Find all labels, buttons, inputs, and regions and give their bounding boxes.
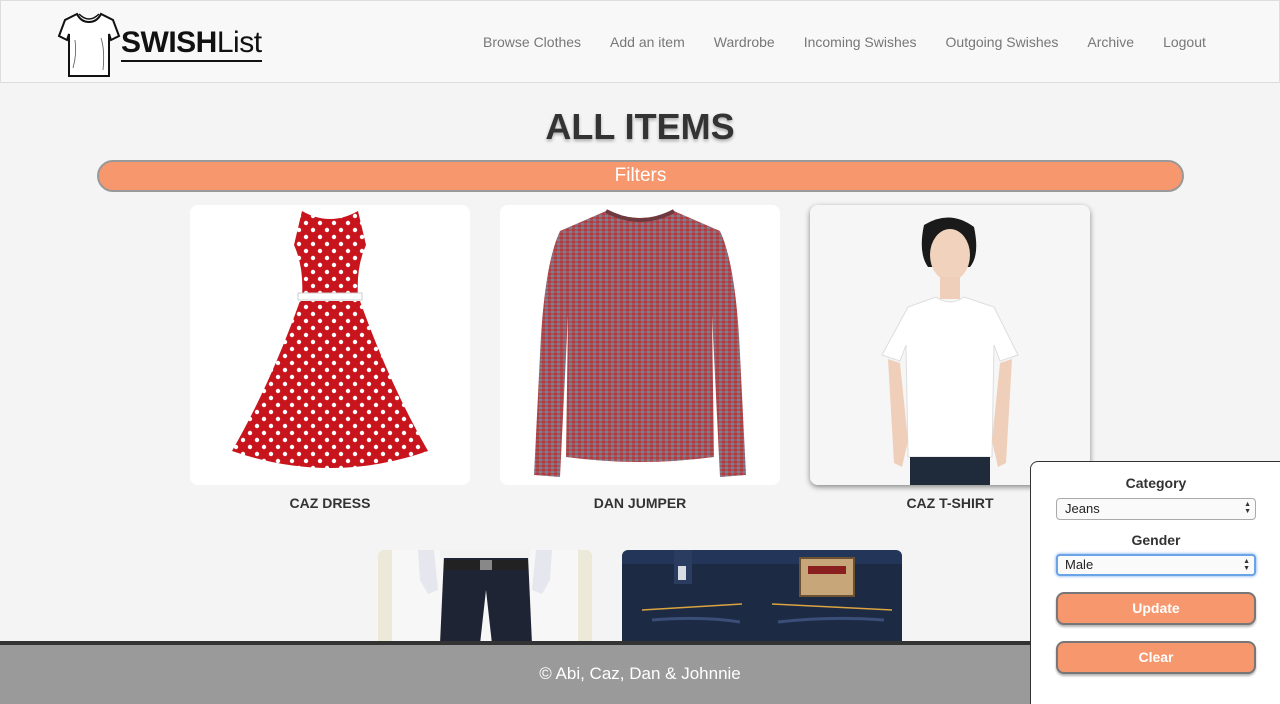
- select-arrows-icon: ▲ ▼: [1243, 558, 1250, 572]
- knit-jumper-image[interactable]: [500, 205, 780, 485]
- item-name[interactable]: DAN JUMPER: [500, 495, 780, 511]
- swishlist-logo[interactable]: SWISHList: [57, 8, 269, 80]
- category-select-value: Jeans: [1065, 501, 1100, 516]
- logo-wordmark: SWISHList: [121, 28, 262, 62]
- clear-button[interactable]: Clear: [1056, 641, 1256, 674]
- filters-toggle-button[interactable]: Filters: [97, 160, 1184, 192]
- nav-links: Browse Clothes Add an item Wardrobe Inco…: [483, 34, 1206, 50]
- filter-panel: Category Jeans ▲ ▼ Gender Male ▲ ▼ Update …: [1030, 461, 1280, 704]
- select-arrows-icon: ▲ ▼: [1244, 501, 1251, 515]
- gender-select-value: Male: [1065, 557, 1094, 572]
- nav-logout[interactable]: Logout: [1163, 34, 1206, 50]
- nav-archive[interactable]: Archive: [1087, 34, 1134, 50]
- category-label: Category: [1125, 475, 1187, 491]
- gender-select[interactable]: Male ▲ ▼: [1056, 554, 1256, 576]
- update-button[interactable]: Update: [1056, 592, 1256, 625]
- nav-wardrobe[interactable]: Wardrobe: [714, 34, 775, 50]
- logo-light-text: List: [216, 26, 262, 59]
- red-polka-dot-dress-image[interactable]: [190, 205, 470, 485]
- white-tshirt-model-image[interactable]: [810, 205, 1090, 485]
- nav-incoming-swishes[interactable]: Incoming Swishes: [804, 34, 917, 50]
- logo-bold-text: SWISH: [121, 26, 217, 59]
- navbar: SWISHList Browse Clothes Add an item War…: [0, 0, 1280, 83]
- denim-jeans-image[interactable]: [622, 550, 902, 644]
- category-select[interactable]: Jeans ▲ ▼: [1056, 498, 1256, 520]
- item-name[interactable]: CAZ DRESS: [190, 495, 470, 511]
- gender-label: Gender: [1131, 532, 1181, 548]
- footer-copyright: © Abi, Caz, Dan & Johnnie: [539, 664, 741, 683]
- page-title: ALL ITEMS: [545, 106, 735, 147]
- tshirt-logo-icon: [57, 12, 121, 77]
- nav-browse-clothes[interactable]: Browse Clothes: [483, 34, 581, 50]
- nav-add-item[interactable]: Add an item: [610, 34, 685, 50]
- dark-trousers-image[interactable]: [378, 550, 592, 644]
- nav-outgoing-swishes[interactable]: Outgoing Swishes: [946, 34, 1059, 50]
